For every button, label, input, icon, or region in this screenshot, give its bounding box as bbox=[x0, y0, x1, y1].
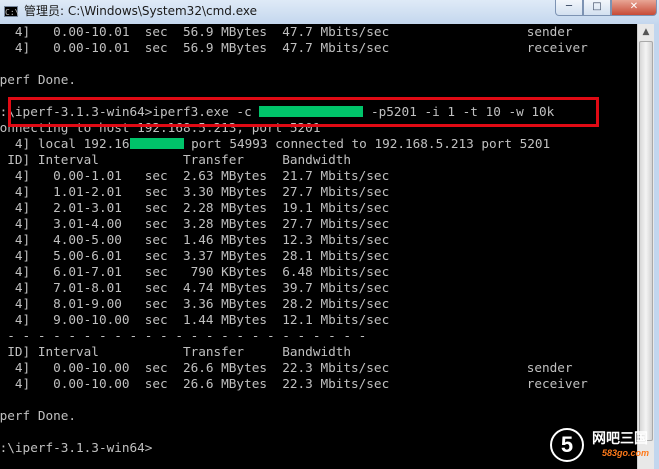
close-button[interactable]: ✕ bbox=[611, 0, 657, 16]
console-line: [ 4] 8.01-9.00 sec 3.36 MBytes 28.2 Mbit… bbox=[0, 296, 390, 311]
watermark-badge: 5 bbox=[550, 428, 584, 462]
scroll-thumb[interactable] bbox=[639, 41, 653, 441]
redacted-ip bbox=[129, 138, 184, 149]
console-line: [ 4] 6.01-7.01 sec 790 KBytes 6.48 Mbits… bbox=[0, 264, 390, 279]
prompt-line: D:\iperf-3.1.3-win64> bbox=[0, 440, 153, 455]
watermark-url: 583go.com bbox=[602, 448, 650, 458]
scroll-up-arrow-icon[interactable]: ▲ bbox=[638, 24, 654, 40]
console-line: [ 4] 7.01-8.01 sec 4.74 MBytes 39.7 Mbit… bbox=[0, 280, 390, 295]
console-line: [ 4] 0.00-10.00 sec 26.6 MBytes 22.3 Mbi… bbox=[0, 376, 588, 391]
console-line: [ 4] 0.00-1.01 sec 2.63 MBytes 21.7 Mbit… bbox=[0, 168, 390, 183]
window-frame bbox=[654, 24, 659, 469]
console-line: [ 4] 0.00-10.00 sec 26.6 MBytes 22.3 Mbi… bbox=[0, 360, 573, 375]
console-output[interactable]: [ 4] 0.00-10.01 sec 56.9 MBytes 47.7 Mbi… bbox=[0, 24, 637, 469]
watermark-name: 网吧三国 bbox=[592, 431, 648, 447]
console-line: iperf Done. bbox=[0, 72, 77, 87]
minimize-button[interactable]: ─ bbox=[555, 0, 583, 16]
console-line: [ 4] 2.01-3.01 sec 2.28 MBytes 19.1 Mbit… bbox=[0, 200, 390, 215]
local-connection-text: port 54993 connected to 192.168.5.213 po… bbox=[183, 136, 551, 151]
console-line: [ 4] 9.00-10.00 sec 1.44 MBytes 12.1 Mbi… bbox=[0, 312, 390, 327]
console-line: [ ID] Interval Transfer Bandwidth bbox=[0, 152, 352, 167]
console-line: - - - - - - - - - - - - - - - - - - - - … bbox=[0, 328, 367, 343]
console-line: [ ID] Interval Transfer Bandwidth bbox=[0, 344, 352, 359]
console-line: [ 4] 1.01-2.01 sec 3.30 MBytes 27.7 Mbit… bbox=[0, 184, 390, 199]
cmd-icon[interactable]: C:\ bbox=[4, 6, 19, 17]
console-line: [ 4] 0.00-10.01 sec 56.9 MBytes 47.7 Mbi… bbox=[0, 40, 588, 55]
cmd-window: C:\ 管理员: C:\Windows\System32\cmd.exe ─ □… bbox=[0, 0, 659, 469]
local-connection-line: [ 4] local 192.16 port 54993 connected t… bbox=[0, 136, 550, 152]
maximize-button[interactable]: □ bbox=[583, 0, 611, 16]
console-line: iperf Done. bbox=[0, 408, 77, 423]
watermark-logo: 5 网吧三国 583go.com bbox=[546, 424, 659, 469]
title-bar[interactable]: C:\ 管理员: C:\Windows\System32\cmd.exe ─ □… bbox=[0, 0, 659, 25]
command-highlight-box bbox=[8, 97, 599, 127]
console-line: [ 4] 3.01-4.00 sec 3.28 MBytes 27.7 Mbit… bbox=[0, 216, 390, 231]
window-title: 管理员: C:\Windows\System32\cmd.exe bbox=[24, 4, 257, 18]
console-line: [ 4] 5.00-6.01 sec 3.37 MBytes 28.1 Mbit… bbox=[0, 248, 390, 263]
console-line: [ 4] 4.00-5.00 sec 1.46 MBytes 12.3 Mbit… bbox=[0, 232, 390, 247]
local-prefix: [ 4] local 192.16 bbox=[0, 136, 130, 151]
console-line: [ 4] 0.00-10.01 sec 56.9 MBytes 47.7 Mbi… bbox=[0, 24, 573, 39]
vertical-scrollbar[interactable]: ▲ bbox=[637, 24, 654, 469]
